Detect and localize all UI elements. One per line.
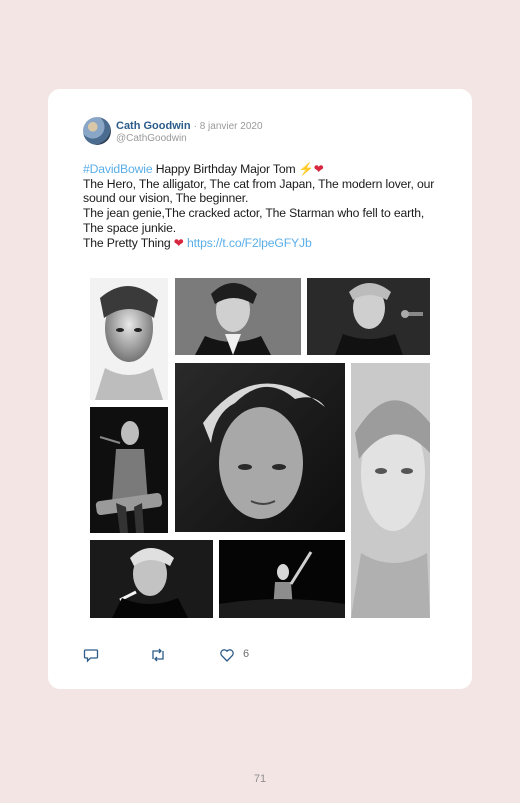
like-count: 6: [243, 648, 250, 660]
page-number: 71: [253, 773, 267, 785]
tweet-line-1-text: Happy Birthday Major Tom: [152, 162, 299, 176]
tweet-text: #DavidBowie Happy Birthday Major Tom ⚡❤ …: [83, 162, 435, 250]
tweet-para-2: The Hero, The alligator, The cat from Ja…: [83, 176, 435, 206]
reply-icon[interactable]: [83, 647, 99, 663]
photo-7[interactable]: [90, 540, 213, 618]
photo-1[interactable]: [90, 278, 168, 400]
tweet-url-link[interactable]: https://t.co/F2lpeGFYJb: [184, 236, 312, 250]
heart-emoji-2: ❤: [173, 235, 184, 250]
tweet-actions: 6: [83, 647, 283, 663]
photo-5[interactable]: [351, 363, 430, 618]
tweet-card: Cath Goodwin · 8 janvier 2020 @CathGoodw…: [48, 89, 472, 689]
retweet-icon[interactable]: [149, 647, 167, 663]
tweet-para-3: The jean genie,The cracked actor, The St…: [83, 206, 425, 235]
tweet-para-4-text: The Pretty Thing: [83, 235, 174, 250]
lightning-emoji: ⚡: [298, 162, 314, 176]
photo-4[interactable]: [175, 363, 345, 532]
heart-icon[interactable]: [219, 647, 235, 663]
author-handle[interactable]: @CathGoodwin: [116, 133, 187, 144]
tweet-date[interactable]: · 8 janvier 2020: [194, 121, 263, 132]
avatar[interactable]: [83, 117, 111, 145]
photo-2[interactable]: [175, 278, 301, 355]
tweet-line-1: #DavidBowie Happy Birthday Major Tom ⚡❤: [83, 162, 435, 177]
author-name[interactable]: Cath Goodwin: [116, 120, 191, 132]
photo-6[interactable]: [90, 407, 168, 533]
photo-3[interactable]: [307, 278, 430, 355]
heart-emoji: ❤: [313, 162, 324, 176]
tweet-para-4: The Pretty Thing ❤ https://t.co/F2lpeGFY…: [83, 236, 435, 251]
photo-8[interactable]: [219, 540, 345, 618]
author-line: Cath Goodwin · 8 janvier 2020: [116, 120, 263, 132]
hashtag-link[interactable]: #DavidBowie: [83, 162, 153, 176]
